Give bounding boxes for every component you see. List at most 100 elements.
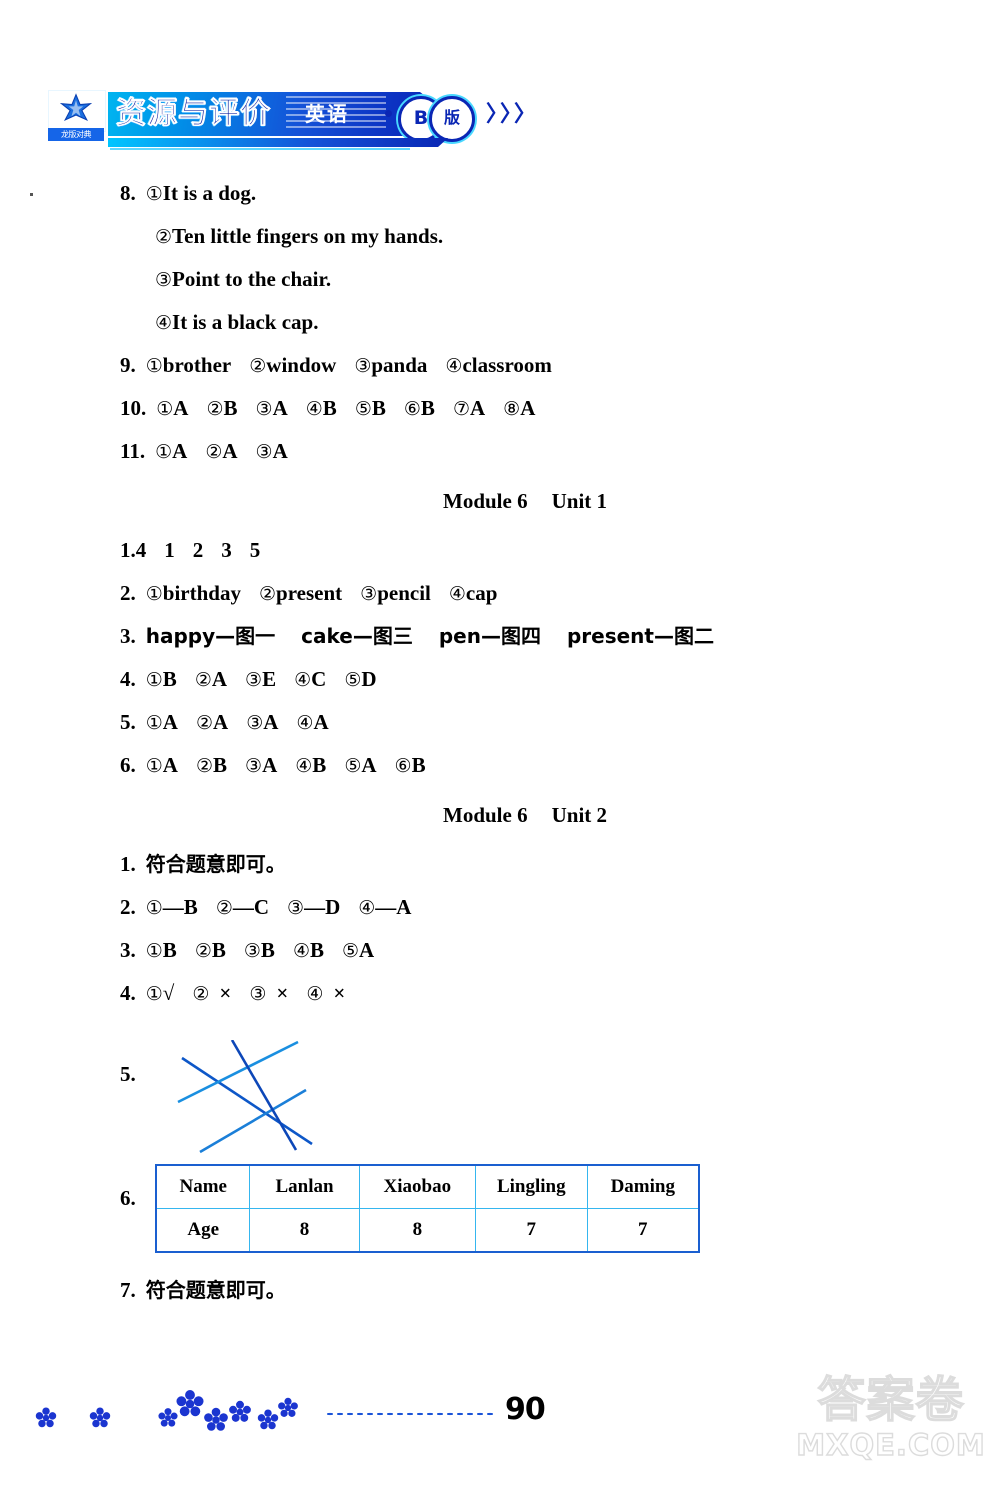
item-text: A (359, 938, 375, 962)
question-number: 6. (120, 1186, 136, 1210)
answer-line-q9: 9. ①brother ②window ③panda ④classroom (0, 344, 1000, 387)
item-text: A (262, 753, 278, 777)
item-marker: ② (258, 583, 277, 605)
answer-line-m6u2-q3: 3. ①B ②B ③B ④B ⑤A (0, 929, 1000, 972)
item-text: A (162, 710, 178, 734)
value-3: 3 (221, 538, 232, 562)
item-marker: ④ (292, 940, 310, 962)
item-text: It is a black cap. (172, 310, 319, 334)
item-marker: ③ (243, 940, 261, 962)
item-marker: ① (145, 583, 163, 605)
item-marker: ④ (306, 983, 324, 1005)
chevron-right-icon: 〉〉〉 (486, 102, 540, 127)
item-text: present (276, 581, 343, 605)
item-text: B (322, 396, 337, 420)
answer-line-m6u2-q2: 2. ①—B ②—C ③—D ④—A (0, 886, 1000, 929)
item-marker: ③ (354, 355, 372, 377)
answer-line-m6u1-q4: 4. ①B ②A ③E ④C ⑤D (0, 658, 1000, 701)
unit-label: Unit 2 (551, 803, 608, 827)
item-marker: ④ (445, 355, 463, 377)
item-marker: ③ (255, 398, 273, 420)
item-marker: ③ (155, 269, 173, 291)
item-text: —C (232, 895, 270, 919)
table-cell: 7 (474, 1208, 588, 1253)
item-text: A (162, 753, 178, 777)
question-number: 9. (120, 353, 136, 377)
item-marker: ② (195, 712, 214, 734)
item-marker: ① (145, 712, 163, 734)
module-label: Module 6 (443, 803, 528, 827)
table-cell: Age (155, 1208, 251, 1253)
item-text: B (223, 396, 238, 420)
table-cell: 8 (358, 1208, 476, 1253)
item-text: It is a dog. (162, 181, 257, 205)
answer-figure-m6u2-q5: 5. (0, 1036, 400, 1164)
item-marker: ② (195, 755, 214, 777)
question-number: 4. (120, 981, 136, 1005)
item-text: 符合题意即可。 (145, 852, 286, 876)
item-marker: ④ (296, 712, 314, 734)
item-text: B (309, 938, 324, 962)
table-header-cell: Daming (586, 1164, 700, 1209)
item-text: B (260, 938, 275, 962)
item-text: A (172, 439, 188, 463)
item-marker: ① (145, 669, 163, 691)
table-cell: 8 (249, 1208, 360, 1253)
item-marker: ② (205, 441, 223, 463)
item-marker: ② (215, 897, 233, 919)
item-text: A (313, 710, 329, 734)
item-marker: ③ (245, 755, 263, 777)
value-0: 4 (135, 538, 147, 562)
answer-key-content: 8. ①It is a dog. ②Ten little fingers on m… (0, 172, 1000, 1015)
answer-line-m6u1-q3: 3. happy—图一 cake—图三 pen—图四 present—图二 (0, 615, 1000, 658)
item-marker: ② (249, 355, 267, 377)
item-text: A (213, 710, 229, 734)
banner-graphic: 资源与评价 英语 B 版 〉〉〉 (108, 92, 536, 142)
question-number: 3. (120, 938, 136, 962)
table-header-cell: Lanlan (249, 1164, 360, 1209)
item-text: A (263, 710, 279, 734)
answer-line-q11: 11. ①A ②A ③A (0, 430, 1000, 473)
item-text: panda (371, 353, 428, 377)
item-text: birthday (162, 581, 241, 605)
item-marker: ① (145, 983, 163, 1005)
item-marker: ③ (360, 583, 378, 605)
item-text: brother (162, 353, 232, 377)
publisher-logo-caption: 龙版对典 (48, 128, 104, 141)
star-logo-icon (59, 93, 93, 122)
item-marker: ③ (249, 983, 267, 1005)
flower-ornament-icon (35, 1390, 298, 1431)
question-number: 7. (120, 1278, 136, 1302)
item-text: B (211, 938, 226, 962)
item-text: cap (465, 581, 498, 605)
answer-line-m6u1-q1: 1.4 1 2 3 5 (0, 529, 1000, 572)
item-text: A (211, 667, 228, 691)
page-number: 90 (505, 1392, 546, 1427)
unit-label: Unit 1 (551, 489, 608, 513)
table-header-cell: Lingling (474, 1164, 588, 1209)
item-marker: ② (155, 226, 173, 248)
table-cell: 7 (586, 1208, 700, 1253)
match-line-1 (181, 1056, 313, 1146)
question-number: 5. (120, 1062, 136, 1086)
table-row: Age 8 8 7 7 (155, 1208, 700, 1253)
value-1: 1 (164, 538, 175, 562)
publisher-logo: 龙版对典 (48, 90, 106, 142)
item-marker: ① (156, 398, 174, 420)
footer-dotted-leader (325, 1412, 495, 1416)
checkmark-icon: √ (162, 981, 175, 1005)
pair-2: pen—图四 (438, 624, 541, 648)
cross-icon: × (276, 981, 289, 1005)
question-number: 11. (120, 439, 146, 463)
item-text: B (411, 753, 426, 777)
item-marker: ⑤ (354, 398, 372, 420)
question-number: 1. (120, 538, 136, 562)
item-marker: ① (145, 897, 163, 919)
edition-badges: B 版 (398, 94, 488, 142)
item-marker: ① (145, 183, 163, 205)
item-marker: ② (206, 398, 224, 420)
answer-line-q10: 10. ①A ②B ③A ④B ⑤B ⑥B ⑦A ⑧A (0, 387, 1000, 430)
crossed-lines-matching-diagram (177, 1040, 313, 1154)
item-marker: ④ (358, 897, 376, 919)
item-marker: ④ (305, 398, 323, 420)
